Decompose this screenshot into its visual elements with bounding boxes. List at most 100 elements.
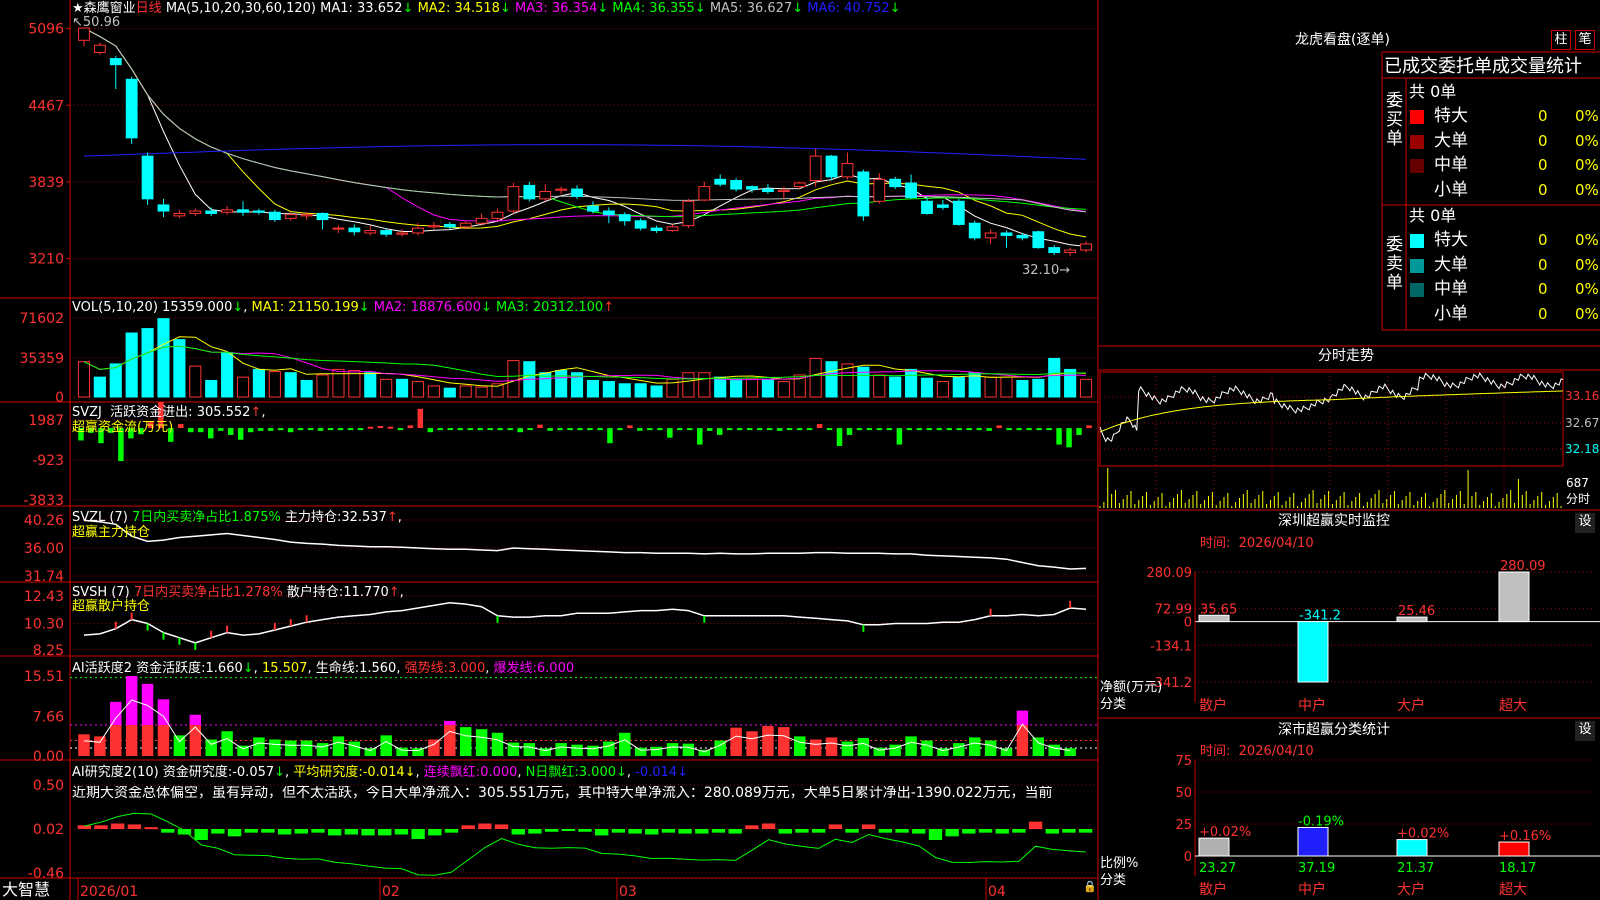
svzj-bar — [597, 428, 603, 431]
monitor-bar-label: -341.2 — [1299, 609, 1341, 624]
ai2-bar — [1028, 821, 1043, 829]
volume-bar — [1079, 378, 1093, 398]
svzj-bar — [806, 428, 813, 431]
ai2-bar — [344, 829, 359, 835]
candle-body — [141, 155, 154, 200]
candle-body — [825, 155, 838, 178]
legend-swatch — [1410, 307, 1424, 322]
candle-body — [777, 189, 790, 193]
candle-body — [1048, 247, 1061, 253]
tick-view-button[interactable]: 笔 — [1575, 30, 1595, 50]
svzj-bar — [786, 428, 793, 431]
candle-body — [634, 220, 647, 229]
ai2-bar — [144, 827, 158, 830]
order-size-label: 特大 — [1434, 106, 1468, 126]
ai2-bar — [561, 829, 575, 831]
candle-body — [475, 217, 488, 224]
ai2-bar — [845, 829, 859, 833]
volume-bar — [396, 378, 409, 398]
classify-change-label: +0.16% — [1499, 829, 1551, 844]
candle-body — [602, 210, 615, 216]
svzj-bar — [237, 428, 244, 440]
legend-swatch — [1410, 234, 1424, 248]
classify-time: 时间: 2026/04/10 — [1200, 744, 1314, 759]
candle-body — [666, 226, 679, 232]
classify-change-label: -0.19% — [1298, 814, 1344, 829]
intraday-title: 分时走势 — [1318, 348, 1374, 364]
ai2-bar — [378, 829, 392, 836]
favorite-star-icon[interactable]: ★ — [72, 1, 84, 16]
ai1-bar — [491, 732, 504, 756]
svzj-bar — [217, 428, 224, 431]
period-label[interactable]: 日线 — [136, 1, 162, 16]
price-axis-label: 3210 — [28, 252, 64, 268]
candle-body — [857, 171, 870, 217]
ai2-bar — [544, 829, 559, 832]
order-percent: 0% — [1575, 131, 1599, 150]
ai1-bar — [475, 729, 488, 756]
order-count: 0 — [1538, 304, 1548, 323]
order-percent: 0% — [1575, 280, 1599, 299]
ai2-bar — [595, 829, 609, 836]
ai1-bar — [746, 731, 758, 756]
svzj-bar — [926, 428, 933, 431]
volume-bar — [682, 372, 695, 398]
lock-icon[interactable]: 🔒 — [1083, 879, 1097, 894]
svzj-bar — [577, 428, 583, 431]
candle-body — [571, 188, 583, 197]
ai1-bar — [396, 747, 408, 756]
classify-ylabel: 比例% — [1100, 856, 1139, 871]
classify-settings-button[interactable]: 设 — [1575, 721, 1595, 741]
svzj-axis-label: -3833 — [23, 493, 64, 509]
monitor-axis-label: -134.1 — [1150, 639, 1192, 654]
intraday-axis-high: 33.16 — [1565, 389, 1600, 403]
ai1-bar — [905, 736, 917, 756]
svzj-bar — [1036, 428, 1042, 431]
monitor-category-label: 大户 — [1397, 697, 1425, 714]
ai1-bar — [300, 740, 313, 756]
ai1-bar — [253, 737, 265, 756]
volume-bar — [427, 385, 440, 398]
candle-body — [539, 191, 552, 200]
ai1-bar — [841, 741, 854, 756]
svzj-bar — [447, 428, 454, 431]
ai-research-header: AI研究度2(10) 资金研究度:-0.057↓, 平均研究度:-0.014↓,… — [72, 765, 688, 780]
volume-bar — [411, 381, 425, 398]
candle-body — [650, 227, 663, 232]
svzj-axis-label: 1987 — [28, 413, 64, 429]
candle-body — [587, 205, 599, 212]
classify-title: 深市超赢分类统计 — [1278, 722, 1390, 738]
monitor-bar-label: 35.65 — [1200, 602, 1237, 617]
candle-body — [1032, 231, 1045, 249]
date-label: 03 — [619, 884, 637, 900]
monitor-settings-button[interactable]: 设 — [1575, 513, 1595, 533]
svzj-bar — [756, 428, 763, 431]
svzj-bar — [796, 428, 803, 431]
svzj-bar — [687, 428, 693, 431]
volume-bar — [141, 328, 154, 398]
bar-view-button[interactable]: 柱 — [1551, 30, 1571, 50]
svzj-bar — [317, 428, 324, 431]
volume-bar — [714, 376, 727, 398]
candle-body — [698, 186, 711, 201]
order-count: 0 — [1538, 131, 1548, 150]
ai1-bar — [221, 731, 233, 756]
svzj-bar — [257, 428, 264, 431]
volume-bar — [555, 370, 568, 398]
ai2-bar — [928, 829, 943, 840]
volume-bar — [905, 368, 918, 398]
ai2-bar — [177, 829, 192, 835]
price-axis-label: 4467 — [28, 98, 64, 114]
ai1-bar — [921, 740, 933, 756]
svzj-bar — [567, 428, 573, 431]
volume-bar — [125, 332, 138, 398]
order-size-label: 大单 — [1434, 130, 1468, 151]
trend-arrow-icon: ↓ — [694, 1, 706, 16]
ai1-bar-top — [157, 699, 170, 726]
volume-bar — [761, 378, 774, 398]
candle-body — [936, 204, 949, 208]
date-label: 02 — [382, 884, 400, 900]
date-label: 04 — [988, 884, 1006, 900]
svzj-bar — [916, 428, 923, 431]
classify-category-label: 大户 — [1397, 881, 1425, 898]
